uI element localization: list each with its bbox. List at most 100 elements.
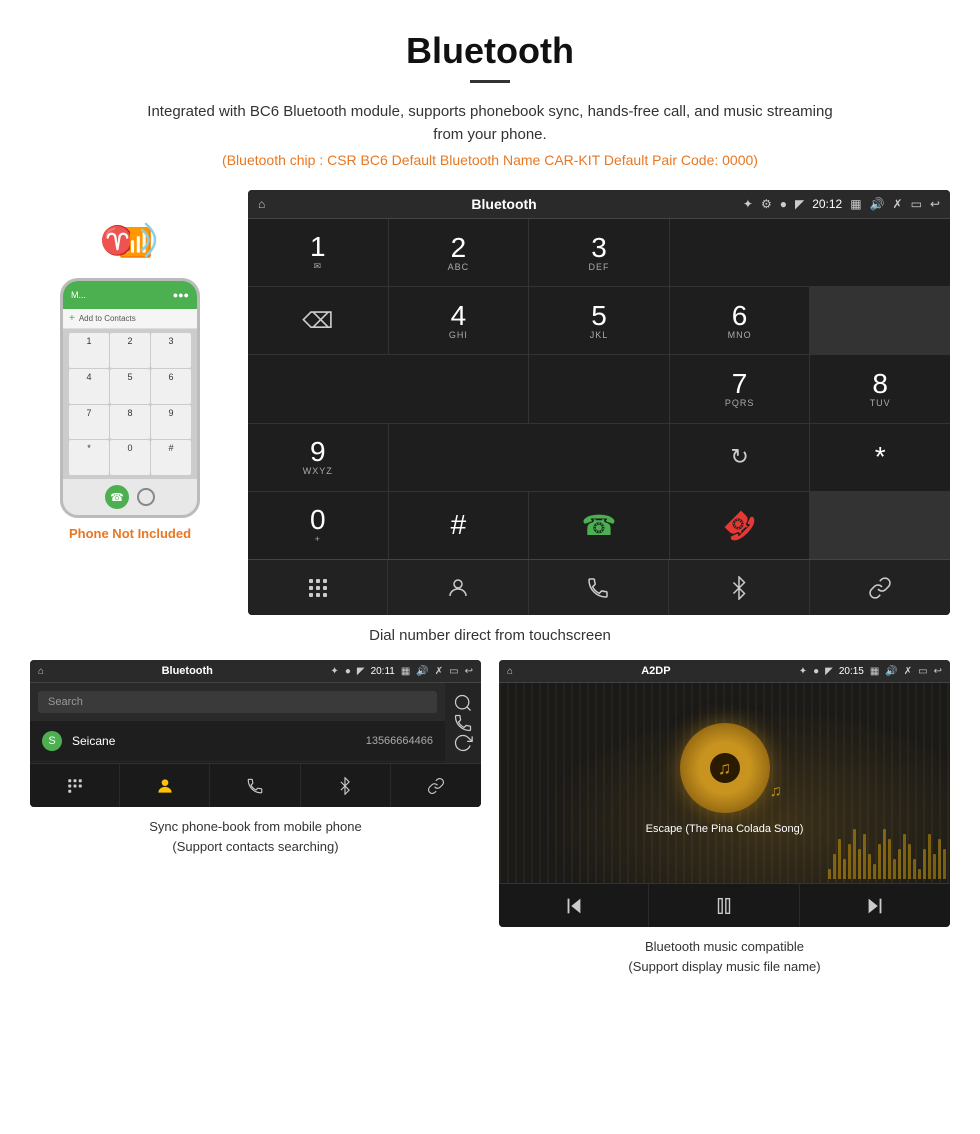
dial-key-hash[interactable]: # [389,492,529,559]
contact-number: 13566664466 [366,735,433,747]
phone-key-hash[interactable]: # [151,440,191,475]
music-close-icon[interactable]: ✗ [904,666,912,677]
dial-call-button[interactable]: ☎ [529,492,669,559]
contacts-list: S Seicane 13566664466 [30,721,445,762]
music-next-button[interactable] [800,884,950,927]
close-icon[interactable]: ✗ [893,197,903,211]
dial-backspace[interactable]: ⌫ [248,287,388,354]
contacts-search-bar[interactable]: Search [38,691,437,713]
music-play-pause-button[interactable] [649,884,799,927]
phone-key-4[interactable]: 4 [69,369,109,404]
contacts-main: Search S Seicane 13566664466 [30,683,445,763]
toolbar-contacts[interactable] [388,560,528,615]
phone-key-0[interactable]: 0 [110,440,150,475]
phone-key-9[interactable]: 9 [151,405,191,440]
ctb-link[interactable] [391,764,481,807]
toolbar-phone[interactable] [529,560,669,615]
dial-key-6-sub: MNO [728,330,752,340]
music-time: 20:15 [839,666,864,677]
eq-bar [903,834,906,879]
contacts-home-icon[interactable]: ⌂ [38,666,44,677]
phone-key-3[interactable]: 3 [151,333,191,368]
toolbar-dialpad[interactable] [248,560,388,615]
phone-home-button[interactable] [137,488,155,506]
dial-refresh[interactable]: ↻ [670,424,810,491]
contacts-header: ⌂ Bluetooth ✦ ● ◤ 20:11 ▦ 🔊 ✗ ▭ ↩ [30,660,481,683]
refresh-sidebar-icon[interactable] [453,733,473,753]
dial-key-5-main: 5 [591,302,607,330]
title-divider [470,80,510,83]
dial-key-1[interactable]: 1 ✉ [248,219,388,286]
phone-key-6[interactable]: 6 [151,369,191,404]
phone-add-contact-label: Add to Contacts [79,314,136,323]
phone-key-2[interactable]: 2 [110,333,150,368]
phone-bottom: ☎ [63,479,197,515]
dial-key-0[interactable]: 0 + [248,492,388,559]
music-album-inner: ♫ [710,753,740,783]
wifi-icon: ◤ [795,197,804,211]
svg-text:♈: ♈ [100,224,130,257]
bottom-row: ⌂ Bluetooth ✦ ● ◤ 20:11 ▦ 🔊 ✗ ▭ ↩ Search [0,660,980,976]
music-header: ⌂ A2DP ✦ ● ◤ 20:15 ▦ 🔊 ✗ ▭ ↩ [499,660,950,683]
contacts-caption: Sync phone-book from mobile phone (Suppo… [30,817,481,856]
eq-bar [888,839,891,879]
music-vol-icon: 🔊 [885,666,897,677]
dial-empty-2b [529,355,669,422]
phone-not-included-label: Phone Not Included [69,526,191,541]
dial-key-8[interactable]: 8 TUV [810,355,950,422]
usb-icon: ✦ [743,197,753,211]
phone-key-star[interactable]: * [69,440,109,475]
music-back-icon[interactable]: ↩ [934,666,942,677]
contacts-back-icon[interactable]: ↩ [465,666,473,677]
contacts-time: 20:11 [371,666,395,677]
dial-key-7-sub: PQRS [725,398,755,408]
dial-key-7[interactable]: 7 PQRS [670,355,810,422]
bottom-toolbar [248,559,950,615]
contacts-layout: Search S Seicane 13566664466 [30,683,481,763]
dial-key-9[interactable]: 9 WXYZ [248,424,388,491]
phone-mockup: M... ●●● Add to Contacts 1 2 3 4 5 6 7 8… [60,278,200,518]
toolbar-bluetooth[interactable] [669,560,809,615]
dial-caption: Dial number direct from touchscreen [0,627,980,644]
toolbar-link[interactable] [810,560,950,615]
music-caption-line2: (Support display music file name) [499,957,950,977]
phone-sidebar-icon[interactable] [453,713,473,733]
phone-call-button[interactable]: ☎ [105,485,129,509]
contacts-screen-wrap: ⌂ Bluetooth ✦ ● ◤ 20:11 ▦ 🔊 ✗ ▭ ↩ Search [30,660,481,976]
dial-key-4[interactable]: 4 GHI [389,287,529,354]
phone-key-8[interactable]: 8 [110,405,150,440]
eq-bar [923,849,926,879]
contacts-close-icon[interactable]: ✗ [435,666,443,677]
screen-header: ⌂ Bluetooth ✦ ⚙ ● ◤ 20:12 ▦ 🔊 ✗ ▭ ↩ [248,190,950,219]
contact-row[interactable]: S Seicane 13566664466 [30,721,445,762]
home-icon[interactable]: ⌂ [258,197,265,211]
ctb-contacts-active[interactable] [120,764,210,807]
dial-key-2[interactable]: 2 ABC [389,219,529,286]
dial-key-6[interactable]: 6 MNO [670,287,810,354]
location-icon: ● [780,197,787,211]
dial-key-9-main: 9 [310,438,326,466]
page-spec: (Bluetooth chip : CSR BC6 Default Blueto… [0,152,980,168]
dial-key-3-sub: DEF [588,262,609,272]
music-home-icon[interactable]: ⌂ [507,666,513,677]
contacts-bottom-toolbar [30,763,481,807]
ctb-dialpad[interactable] [30,764,120,807]
music-prev-button[interactable] [499,884,649,927]
dial-key-3[interactable]: 3 DEF [529,219,669,286]
dial-display-area [670,219,950,286]
phone-key-7[interactable]: 7 [69,405,109,440]
page-subtitle: Integrated with BC6 Bluetooth module, su… [140,101,840,146]
ctb-phone[interactable] [210,764,300,807]
dial-key-8-main: 8 [872,370,888,398]
ctb-bluetooth[interactable] [301,764,391,807]
screen-time: 20:12 [812,197,842,211]
dial-key-star[interactable]: * [810,424,950,491]
phone-key-1[interactable]: 1 [69,333,109,368]
eq-bar [838,839,841,879]
dial-end-call-button[interactable]: ☎ [670,492,810,559]
search-icon[interactable] [453,693,473,713]
music-bt-icon: ● [813,666,819,677]
phone-key-5[interactable]: 5 [110,369,150,404]
back-icon[interactable]: ↩ [930,197,940,211]
dial-key-5[interactable]: 5 JKL [529,287,669,354]
